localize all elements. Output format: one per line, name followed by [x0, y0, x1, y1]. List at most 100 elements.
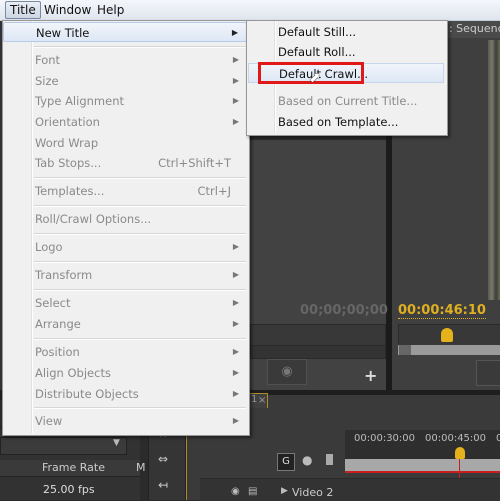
- menu-item-distribute-objects[interactable]: Distribute Objects ▶: [3, 384, 247, 404]
- submenu-item-default-still[interactable]: Default Still...: [248, 22, 444, 42]
- menu-item-new-title[interactable]: New Title ▶: [3, 22, 247, 42]
- menu-item-shortcut: Ctrl+Shift+T: [158, 156, 231, 170]
- submenu-arrow-icon: ▶: [232, 117, 239, 126]
- menu-item-size[interactable]: Size ▶: [3, 71, 247, 91]
- menu-item-label: Align Objects: [35, 366, 111, 380]
- submenu-arrow-icon: ▶: [232, 347, 239, 356]
- submenu-item-default-roll[interactable]: Default Roll...: [248, 42, 444, 62]
- submenu-item-based-on-current-title[interactable]: Based on Current Title...: [248, 91, 444, 111]
- menu-item-orientation[interactable]: Orientation ▶: [3, 112, 247, 132]
- snap-button[interactable]: G: [277, 453, 295, 471]
- menu-separator: [34, 205, 246, 207]
- playhead-marker-icon[interactable]: [441, 328, 453, 342]
- plus-icon: +: [364, 366, 378, 385]
- zoom-bar-handle[interactable]: [399, 345, 411, 355]
- menu-item-label: Orientation: [35, 115, 100, 129]
- submenu-arrow-icon: ▶: [232, 416, 239, 425]
- eye-icon[interactable]: ◉: [231, 486, 240, 497]
- project-dropdown[interactable]: [0, 437, 127, 455]
- track-header-video-2: [200, 478, 500, 501]
- menu-item-label: Logo: [35, 240, 63, 254]
- timeline-tab-label: 1: [251, 394, 258, 405]
- submenu-item-label: Default Still...: [278, 25, 357, 39]
- menu-item-position[interactable]: Position ▶: [3, 342, 247, 362]
- timeline-playhead-icon[interactable]: [455, 447, 465, 459]
- source-timecode: 00;00;00;00: [300, 303, 388, 318]
- menu-item-view[interactable]: View ▶: [3, 411, 247, 431]
- submenu-arrow-icon: ▶: [232, 76, 239, 85]
- export-frame-button[interactable]: ◉: [267, 359, 307, 385]
- column-frame-rate[interactable]: Frame Rate: [42, 461, 105, 474]
- ruler-label: 00:00:45:00: [425, 433, 487, 444]
- menu-item-align-objects[interactable]: Align Objects ▶: [3, 363, 247, 383]
- menu-separator: [34, 233, 246, 235]
- program-control-button[interactable]: [476, 360, 500, 386]
- menu-item-label: Font: [35, 53, 61, 67]
- submenu-arrow-icon: ▶: [232, 389, 239, 398]
- menu-item-logo[interactable]: Logo ▶: [3, 237, 247, 257]
- bulb-icon[interactable]: ●: [302, 453, 312, 467]
- rolling-edit-tool-icon[interactable]: ⇔: [158, 452, 168, 466]
- video-preview: [488, 40, 500, 300]
- menu-item-label: Select: [35, 296, 71, 310]
- mouse-cursor-icon: ⬈: [309, 70, 321, 86]
- menu-help[interactable]: Help: [93, 2, 128, 18]
- menu-title[interactable]: Title: [5, 1, 41, 19]
- submenu-arrow-icon: ▶: [232, 298, 239, 307]
- menu-item-label: Distribute Objects: [35, 387, 139, 401]
- menu-separator: [34, 289, 246, 291]
- work-area-bar[interactable]: [345, 459, 500, 473]
- film-icon[interactable]: ▤: [248, 486, 257, 497]
- frame-rate-cell: 25.00 fps: [43, 483, 95, 496]
- submenu-arrow-icon: ▶: [232, 368, 239, 377]
- program-timecode[interactable]: 00:00:46:10: [398, 303, 486, 319]
- expand-track-icon[interactable]: ▶: [281, 486, 288, 496]
- menu-item-label: New Title: [36, 26, 90, 40]
- menu-item-label: Transform: [35, 268, 93, 282]
- menu-item-font[interactable]: Font ▶: [3, 50, 247, 70]
- menu-item-type-alignment[interactable]: Type Alignment ▶: [3, 91, 247, 111]
- chevron-down-icon[interactable]: ▼: [113, 438, 120, 448]
- submenu-item-based-on-template[interactable]: Based on Template...: [248, 112, 444, 132]
- rate-stretch-tool-icon[interactable]: ↤: [158, 478, 168, 492]
- menu-item-shortcut: Ctrl+J: [197, 184, 232, 198]
- ruler-label: 00:00:30:00: [354, 433, 416, 444]
- close-icon[interactable]: ×: [258, 395, 266, 406]
- program-zoom-bar[interactable]: [398, 345, 500, 355]
- camera-icon: ◉: [281, 364, 293, 379]
- submenu-arrow-icon: ▶: [232, 242, 239, 251]
- submenu-arrow-icon: ▶: [232, 319, 239, 328]
- menu-item-arrange[interactable]: Arrange ▶: [3, 314, 247, 334]
- menubar: Title Window Help: [0, 0, 500, 21]
- menu-item-templates[interactable]: Templates... Ctrl+J: [3, 181, 247, 201]
- submenu-item-label: Based on Current Title...: [278, 94, 418, 108]
- source-zoom-bar[interactable]: [250, 345, 386, 359]
- menu-separator: [34, 407, 246, 409]
- menu-item-word-wrap[interactable]: Word Wrap: [3, 133, 247, 153]
- column-media[interactable]: M: [136, 461, 146, 474]
- menu-separator: [34, 177, 246, 179]
- menu-item-tab-stops[interactable]: Tab Stops... Ctrl+Shift+T: [3, 153, 247, 173]
- menu-item-label: Templates...: [35, 184, 105, 198]
- menu-item-roll-crawl-options[interactable]: Roll/Crawl Options...: [3, 209, 247, 229]
- menu-separator: [34, 46, 246, 48]
- add-button[interactable]: +: [364, 366, 377, 385]
- menu-item-label: Arrange: [35, 317, 81, 331]
- menu-item-label: Tab Stops...: [35, 156, 102, 170]
- menu-item-label: Type Alignment: [35, 94, 124, 108]
- add-marker-icon[interactable]: [326, 454, 333, 465]
- submenu-arrow-icon: ▶: [231, 28, 238, 37]
- menu-item-label: Position: [35, 345, 80, 359]
- ruler-label: 0: [496, 433, 500, 444]
- menu-window[interactable]: Window: [40, 2, 95, 18]
- menu-item-label: Size: [35, 74, 59, 88]
- submenu-item-label: Based on Template...: [278, 115, 399, 129]
- track-name: Video 2: [292, 486, 334, 499]
- menu-item-select[interactable]: Select ▶: [3, 293, 247, 313]
- menu-item-transform[interactable]: Transform ▶: [3, 265, 247, 285]
- submenu-item-label: Default Roll...: [278, 45, 356, 59]
- snap-icon: G: [282, 456, 290, 467]
- submenu-arrow-icon: ▶: [232, 270, 239, 279]
- submenu-arrow-icon: ▶: [232, 96, 239, 105]
- source-time-ruler[interactable]: [250, 324, 386, 346]
